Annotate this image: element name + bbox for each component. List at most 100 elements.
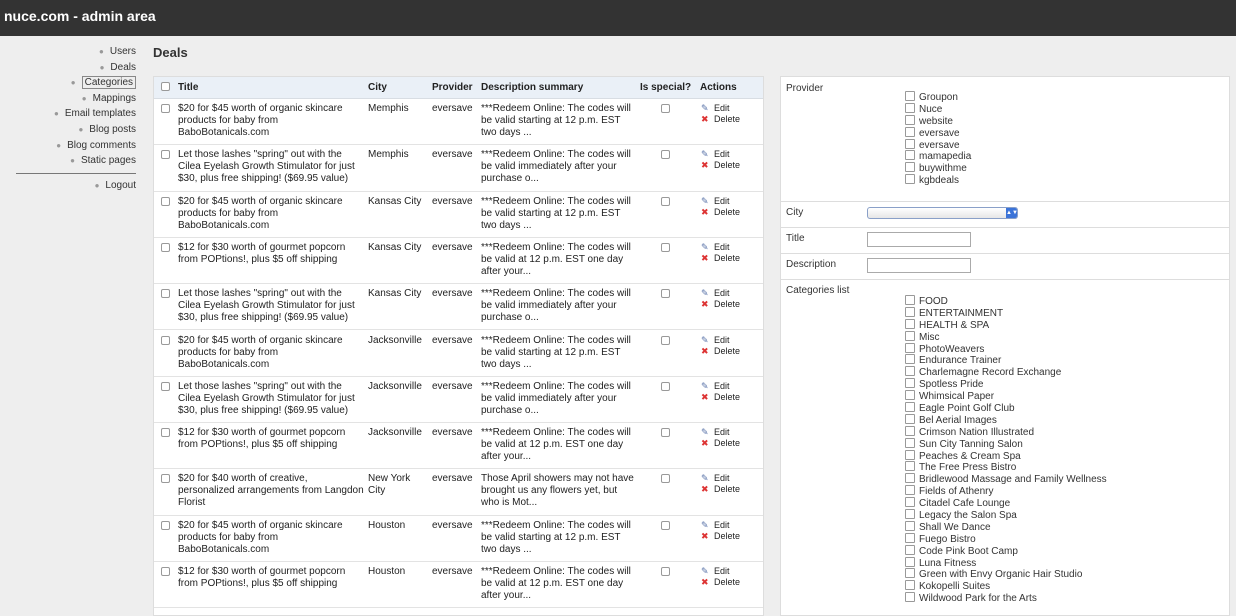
provider-checkbox[interactable] — [905, 102, 915, 113]
provider-checkbox[interactable] — [905, 174, 915, 185]
edit-link[interactable]: ✎ Edit — [701, 381, 740, 392]
category-option[interactable]: Code Pink Boot Camp — [905, 544, 1107, 557]
description-input[interactable] — [867, 258, 971, 273]
delete-link[interactable]: ✖ Delete — [701, 577, 740, 588]
provider-checkbox[interactable] — [905, 162, 915, 173]
category-option[interactable]: Eagle Point Golf Club — [905, 402, 1107, 414]
sidebar-item-logout[interactable]: ● Logout — [0, 178, 142, 194]
category-checkbox[interactable] — [905, 437, 915, 448]
sidebar-link-deals[interactable]: Deals — [110, 62, 136, 73]
sidebar-link-blog-posts[interactable]: Blog posts — [89, 124, 136, 135]
sidebar-item-blog-comments[interactable]: ● Blog comments — [0, 138, 142, 154]
is-special-checkbox[interactable] — [661, 289, 670, 302]
delete-link[interactable]: ✖ Delete — [701, 160, 740, 171]
category-option[interactable]: Fuego Bistro — [905, 532, 1107, 545]
logout-link[interactable]: Logout — [105, 180, 136, 191]
category-checkbox[interactable] — [905, 295, 915, 305]
delete-link[interactable]: ✖ Delete — [701, 531, 740, 542]
category-option[interactable]: Whimsical Paper — [905, 390, 1107, 402]
edit-link[interactable]: ✎ Edit — [701, 473, 740, 484]
category-option[interactable]: Fields of Athenry — [905, 485, 1107, 497]
sidebar-item-email-templates[interactable]: ● Email templates — [0, 106, 142, 122]
edit-link[interactable]: ✎ Edit — [701, 520, 740, 531]
provider-option[interactable]: kgbdeals — [905, 174, 971, 186]
category-checkbox[interactable] — [905, 556, 915, 567]
category-option[interactable]: Citadel Cafe Lounge — [905, 497, 1107, 509]
category-option[interactable]: Endurance Trainer — [905, 354, 1107, 366]
title-input[interactable] — [867, 232, 971, 247]
category-checkbox[interactable] — [905, 402, 915, 413]
category-checkbox[interactable] — [905, 318, 915, 329]
provider-checkbox[interactable] — [905, 114, 915, 125]
sidebar-link-mappings[interactable]: Mappings — [93, 93, 136, 104]
row-select-checkbox[interactable] — [161, 335, 170, 349]
sidebar-item-deals[interactable]: ● Deals — [0, 60, 142, 76]
category-option[interactable]: Charlemagne Record Exchange — [905, 366, 1107, 378]
sidebar-item-blog-posts[interactable]: ● Blog posts — [0, 122, 142, 138]
category-checkbox[interactable] — [905, 390, 915, 401]
row-select-checkbox[interactable] — [161, 289, 170, 302]
provider-checkbox[interactable] — [905, 126, 915, 137]
sidebar-item-categories[interactable]: ● Categories — [0, 75, 142, 91]
provider-option[interactable]: mamapedia — [905, 150, 971, 162]
edit-link[interactable]: ✎ Edit — [701, 335, 740, 346]
category-checkbox[interactable] — [905, 413, 915, 424]
column-header-provider[interactable]: Provider — [432, 82, 473, 94]
edit-link[interactable]: ✎ Edit — [701, 566, 740, 577]
delete-link[interactable]: ✖ Delete — [701, 114, 740, 125]
category-option[interactable]: Misc — [905, 330, 1107, 343]
provider-option[interactable]: buywithme — [905, 162, 971, 174]
category-option[interactable]: ENTERTAINMENT — [905, 306, 1107, 319]
is-special-checkbox[interactable] — [661, 381, 670, 395]
delete-link[interactable]: ✖ Delete — [701, 346, 740, 357]
category-option[interactable]: PhotoWeavers — [905, 342, 1107, 355]
category-option[interactable]: Green with Envy Organic Hair Studio — [905, 568, 1107, 580]
is-special-checkbox[interactable] — [661, 104, 670, 117]
sidebar-item-mappings[interactable]: ● Mappings — [0, 91, 142, 107]
delete-link[interactable]: ✖ Delete — [701, 299, 740, 310]
category-checkbox[interactable] — [905, 342, 915, 353]
sidebar-link-blog-comments[interactable]: Blog comments — [67, 140, 136, 151]
category-checkbox[interactable] — [905, 497, 915, 508]
category-checkbox[interactable] — [905, 473, 915, 484]
sidebar-item-static-pages[interactable]: ● Static pages — [0, 153, 142, 169]
sidebar-link-users[interactable]: Users — [110, 46, 136, 57]
delete-link[interactable]: ✖ Delete — [701, 484, 740, 495]
is-special-checkbox[interactable] — [661, 196, 670, 210]
row-select-checkbox[interactable] — [161, 474, 170, 487]
provider-option[interactable]: Nuce — [905, 102, 971, 115]
provider-option[interactable]: Groupon — [905, 91, 971, 103]
is-special-checkbox[interactable] — [661, 150, 670, 163]
category-checkbox[interactable] — [905, 306, 915, 317]
delete-link[interactable]: ✖ Delete — [701, 438, 740, 449]
city-select[interactable]: ▲▼ — [867, 207, 1018, 219]
provider-option[interactable]: eversave — [905, 126, 971, 139]
category-option[interactable]: Luna Fitness — [905, 556, 1107, 569]
category-option[interactable]: Kokopelli Suites — [905, 580, 1107, 592]
category-checkbox[interactable] — [905, 592, 915, 603]
provider-checkbox[interactable] — [905, 138, 915, 149]
category-checkbox[interactable] — [905, 461, 915, 472]
select-all-checkbox[interactable] — [161, 82, 170, 95]
category-checkbox[interactable] — [905, 425, 915, 436]
category-checkbox[interactable] — [905, 378, 915, 389]
category-checkbox[interactable] — [905, 580, 915, 591]
column-header-description[interactable]: Description summary — [481, 82, 583, 94]
category-option[interactable]: Crimson Nation Illustrated — [905, 425, 1107, 438]
row-select-checkbox[interactable] — [161, 196, 170, 210]
category-option[interactable]: Peaches & Cream Spa — [905, 449, 1107, 462]
provider-option[interactable]: eversave — [905, 138, 971, 151]
edit-link[interactable]: ✎ Edit — [701, 242, 740, 253]
is-special-checkbox[interactable] — [661, 428, 670, 441]
is-special-checkbox[interactable] — [661, 520, 670, 534]
delete-link[interactable]: ✖ Delete — [701, 207, 740, 218]
category-option[interactable]: Sun City Tanning Salon — [905, 437, 1107, 450]
category-option[interactable]: HEALTH & SPA — [905, 318, 1107, 331]
sidebar-link-email-templates[interactable]: Email templates — [65, 108, 136, 119]
category-checkbox[interactable] — [905, 354, 915, 365]
edit-link[interactable]: ✎ Edit — [701, 427, 740, 438]
edit-link[interactable]: ✎ Edit — [701, 196, 740, 207]
category-option[interactable]: Shall We Dance — [905, 520, 1107, 533]
row-select-checkbox[interactable] — [161, 567, 170, 580]
sidebar-link-categories[interactable]: Categories — [81, 76, 136, 90]
